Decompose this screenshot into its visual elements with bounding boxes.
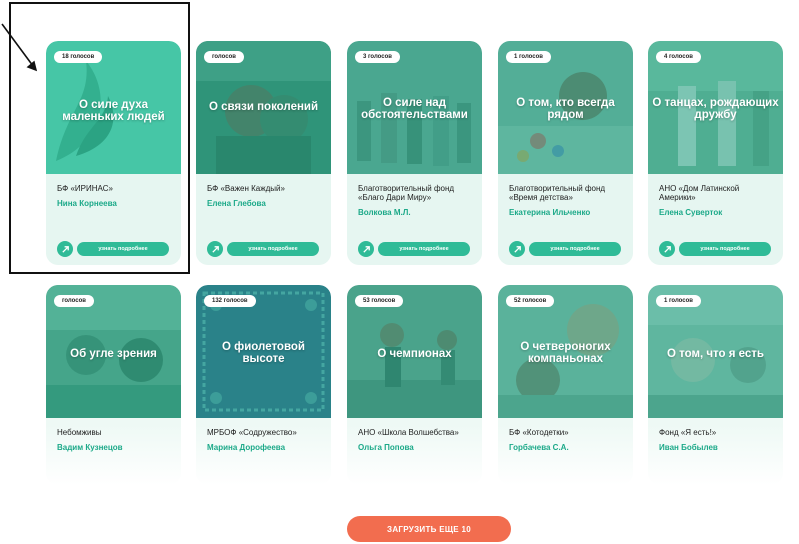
- person-name: Елена Глебова: [207, 199, 266, 208]
- person-name: Ольга Попова: [358, 443, 414, 452]
- card-image[interactable]: голосов О связи поколений: [196, 41, 331, 174]
- project-card[interactable]: 1 голосов О том, что я есть Фонд «Я есть…: [648, 285, 783, 485]
- votes-badge: голосов: [54, 295, 94, 307]
- share-icon[interactable]: [358, 241, 374, 257]
- share-icon[interactable]: [207, 241, 223, 257]
- card-title: О связи поколений: [208, 101, 319, 113]
- votes-badge: 52 голосов: [506, 295, 555, 307]
- project-card[interactable]: голосов Об угле зрения Небомживы Вадим К…: [46, 285, 181, 485]
- card-image[interactable]: 52 голосов О четвероногих компаньонах: [498, 285, 633, 418]
- person-name: Елена Суверток: [659, 208, 723, 217]
- project-card[interactable]: 132 голосов О фиолетовой высоте МРБОФ «С…: [196, 285, 331, 485]
- org-name: Благотворительный фонд «Время детства»: [509, 184, 606, 202]
- card-title: О танцах, рождающих дружбу: [652, 97, 779, 121]
- card-image[interactable]: 132 голосов О фиолетовой высоте: [196, 285, 331, 418]
- card-title: О чемпионах: [377, 348, 452, 360]
- card-title: О силе над обстоятельствами: [361, 97, 468, 121]
- org-name: Небомживы: [57, 428, 102, 437]
- card-title: О фиолетовой высоте: [222, 341, 305, 365]
- card-image[interactable]: 53 голосов О чемпионах: [347, 285, 482, 418]
- learn-more-button[interactable]: узнать подробнее: [679, 242, 771, 256]
- card-title: О четвероногих компаньонах: [520, 341, 611, 365]
- org-name: БФ «Котодетки»: [509, 428, 569, 437]
- project-card[interactable]: 4 голосов О танцах, рождающих дружбу АНО…: [648, 41, 783, 265]
- learn-more-button[interactable]: узнать подробнее: [227, 242, 319, 256]
- project-card[interactable]: голосов О связи поколений БФ «Важен Кажд…: [196, 41, 331, 265]
- share-icon[interactable]: [509, 241, 525, 257]
- votes-badge: 53 голосов: [355, 295, 404, 307]
- person-name: Екатерина Ильченко: [509, 208, 591, 217]
- votes-badge: 1 голосов: [656, 295, 701, 307]
- learn-more-button[interactable]: узнать подробнее: [378, 242, 470, 256]
- org-name: Фонд «Я есть!»: [659, 428, 717, 437]
- share-icon[interactable]: [659, 241, 675, 257]
- org-name: Благотворительный фонд «Благо Дари Миру»: [358, 184, 455, 202]
- card-title: О том, кто всегда рядом: [516, 97, 615, 121]
- card-image[interactable]: 1 голосов О том, кто всегда рядом: [498, 41, 633, 174]
- person-name: Горбачева С.А.: [509, 443, 569, 452]
- project-card[interactable]: 1 голосов О том, кто всегда рядом Благот…: [498, 41, 633, 265]
- project-card[interactable]: 53 голосов О чемпионах АНО «Школа Волшеб…: [347, 285, 482, 485]
- votes-badge: 4 голосов: [656, 51, 701, 63]
- arrow-annotation: [1, 23, 38, 72]
- person-name: Волкова М.Л.: [358, 208, 411, 217]
- org-name: БФ «Важен Каждый»: [207, 184, 285, 193]
- card-image[interactable]: голосов Об угле зрения: [46, 285, 181, 418]
- org-name: АНО «Школа Волшебства»: [358, 428, 459, 437]
- votes-badge: 132 голосов: [204, 295, 256, 307]
- votes-badge: 3 голосов: [355, 51, 400, 63]
- project-card[interactable]: 3 голосов О силе над обстоятельствами Бл…: [347, 41, 482, 265]
- card-image[interactable]: 1 голосов О том, что я есть: [648, 285, 783, 418]
- project-card[interactable]: 52 голосов О четвероногих компаньонах БФ…: [498, 285, 633, 485]
- org-name: АНО «Дом Латинской Америки»: [659, 184, 740, 202]
- person-name: Вадим Кузнецов: [57, 443, 123, 452]
- person-name: Иван Бобылев: [659, 443, 718, 452]
- card-title: О том, что я есть: [666, 348, 764, 360]
- org-name: МРБОФ «Содружество»: [207, 428, 297, 437]
- person-name: Марина Дорофеева: [207, 443, 286, 452]
- learn-more-button[interactable]: узнать подробнее: [529, 242, 621, 256]
- votes-badge: 1 голосов: [506, 51, 551, 63]
- card-image[interactable]: 3 голосов О силе над обстоятельствами: [347, 41, 482, 174]
- votes-badge: голосов: [204, 51, 244, 63]
- card-title: Об угле зрения: [70, 348, 157, 360]
- load-more-button[interactable]: ЗАГРУЗИТЬ ЕЩЕ 10: [347, 516, 511, 542]
- card-image[interactable]: 4 голосов О танцах, рождающих дружбу: [648, 41, 783, 174]
